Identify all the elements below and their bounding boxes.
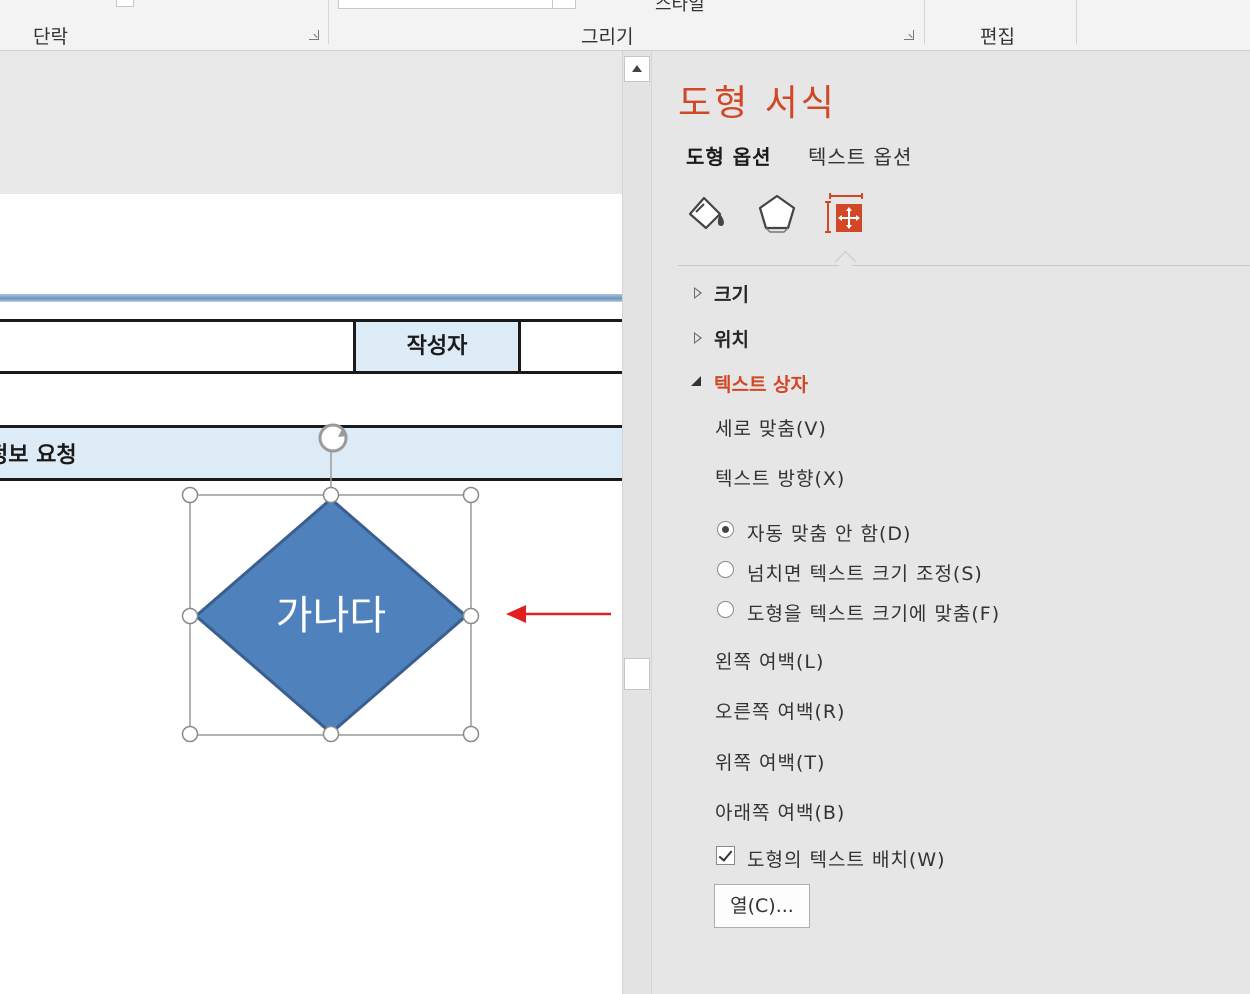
ribbon-dropdown-fragment[interactable]: [552, 0, 576, 9]
section-label: 텍스트 상자: [714, 374, 809, 396]
author-header-cell[interactable]: 작성자: [353, 319, 521, 374]
radio-button[interactable]: [717, 521, 734, 538]
ribbon-button-fragment[interactable]: [116, 0, 134, 7]
radio-button[interactable]: [717, 561, 734, 578]
vertical-alignment-label: 세로 맞춤(V): [715, 418, 827, 440]
section-text-box[interactable]: 텍스트 상자: [684, 370, 984, 396]
ribbon-group-editing: 편집: [980, 26, 1015, 48]
wrap-text-option[interactable]: 도형의 텍스트 배치(W): [716, 845, 1016, 871]
selected-shape[interactable]: [170, 412, 500, 752]
annotation-arrow-icon: [506, 605, 611, 623]
ribbon-group-divider: [328, 0, 329, 44]
expand-arrow-icon: [694, 287, 702, 299]
pane-title: 도형 서식: [678, 83, 837, 124]
radio-label: 넘치면 텍스트 크기 조정(S): [747, 563, 983, 585]
scroll-up-button[interactable]: [624, 56, 650, 82]
rotate-handle-icon[interactable]: [318, 423, 348, 453]
document-background: [0, 51, 622, 194]
autofit-option-do-not-autofit[interactable]: 자동 맞춤 안 함(D): [717, 519, 1017, 545]
scroll-thumb[interactable]: [624, 658, 650, 690]
ribbon-group-divider: [924, 0, 925, 44]
radio-label: 도형을 텍스트 크기에 맞춤(F): [747, 603, 1001, 625]
ribbon-combobox-fragment[interactable]: [338, 0, 554, 9]
ribbon-group-drawing: 그리기: [581, 26, 634, 48]
vertical-scrollbar[interactable]: [622, 51, 652, 994]
radio-label: 자동 맞춤 안 함(D): [747, 523, 912, 545]
tab-shape-options[interactable]: 도형 옵션: [686, 141, 772, 170]
drawing-dialog-launcher-icon[interactable]: [904, 30, 914, 40]
tab-text-options[interactable]: 텍스트 옵션: [808, 141, 912, 170]
autofit-option-shrink-text[interactable]: 넘치면 텍스트 크기 조정(S): [717, 559, 1017, 585]
section-label: 크기: [714, 284, 749, 306]
table-row[interactable]: [0, 319, 622, 374]
wrap-text-checkbox[interactable]: [716, 846, 735, 865]
effects-icon[interactable]: [754, 192, 800, 234]
request-row-text: 정보 요청: [0, 443, 77, 468]
columns-button[interactable]: 열(C)...: [714, 884, 810, 928]
radio-button[interactable]: [717, 601, 734, 618]
expand-arrow-icon: [694, 332, 702, 344]
size-properties-icon[interactable]: [824, 192, 868, 234]
left-margin-label: 왼쪽 여백(L): [715, 651, 825, 673]
icons-divider: [678, 265, 1250, 266]
header-rule: [0, 294, 622, 302]
ribbon-group-divider: [1076, 0, 1077, 44]
ribbon: 스타일 단락 그리기 편집: [0, 0, 1250, 51]
right-margin-label: 오른쪽 여백(R): [715, 701, 846, 723]
paragraph-dialog-launcher-icon[interactable]: [309, 30, 319, 40]
text-direction-label: 텍스트 방향(X): [715, 468, 846, 490]
checkbox-label: 도형의 텍스트 배치(W): [747, 849, 946, 871]
top-margin-label: 위쪽 여백(T): [715, 752, 826, 774]
shape-text: 가나다: [275, 593, 387, 639]
collapse-arrow-icon: [691, 376, 701, 386]
section-label: 위치: [714, 329, 749, 351]
ribbon-group-paragraph: 단락: [33, 26, 68, 48]
fill-line-icon[interactable]: [684, 192, 730, 234]
autofit-option-resize-shape[interactable]: 도형을 텍스트 크기에 맞춤(F): [717, 599, 1037, 625]
section-position[interactable]: 위치: [684, 325, 984, 351]
bottom-margin-label: 아래쪽 여백(B): [715, 802, 846, 824]
ribbon-styles-label-fragment: 스타일: [655, 0, 705, 15]
section-size[interactable]: 크기: [684, 280, 984, 306]
